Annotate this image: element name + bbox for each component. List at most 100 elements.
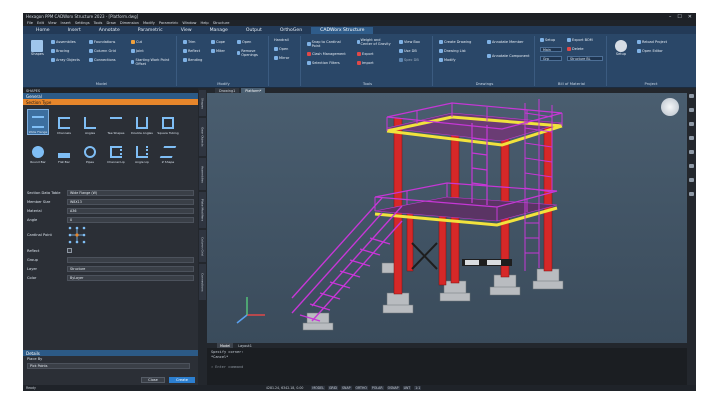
annotation-scale[interactable]: 1:1 (414, 386, 422, 390)
menu-help[interactable]: Help (201, 21, 209, 25)
work-point-offset-button[interactable]: Starting Work Point Offset (131, 58, 175, 66)
section-z-shape[interactable]: Z Shape (157, 138, 179, 164)
menu-tools[interactable]: Tools (94, 21, 103, 25)
minimize-button[interactable]: – (669, 14, 672, 20)
layer-select[interactable]: Structure (67, 265, 194, 272)
weight-cog-button[interactable]: Weight and Center of Gravity (357, 38, 393, 46)
menu-settings[interactable]: Settings (75, 21, 90, 25)
menu-window[interactable]: Window (182, 21, 196, 25)
menu-edit[interactable]: Edit (37, 21, 44, 25)
side-tab-assemblies[interactable]: Assemblies (199, 158, 206, 190)
group-select[interactable] (67, 256, 194, 263)
reflect-button[interactable]: Reflect (183, 49, 200, 53)
toggle-model[interactable]: MODEL (311, 386, 325, 390)
material-select[interactable]: A36 (67, 207, 194, 214)
miter-button[interactable]: Miter (211, 49, 225, 53)
side-tab-column-grid[interactable]: Column Grid (199, 230, 206, 262)
cope-button[interactable]: Cope (211, 40, 225, 44)
menu-parametric[interactable]: Parametric (159, 21, 178, 25)
joint-button[interactable]: Joint (131, 49, 144, 53)
tab-manage[interactable]: Manage (201, 27, 237, 34)
menu-structure[interactable]: Structure (213, 21, 230, 25)
toggle-polar[interactable]: POLAR (370, 386, 384, 390)
section-flat-bar[interactable]: Flat Bar (53, 138, 75, 164)
selection-filters-button[interactable]: Selection Filters (307, 61, 340, 65)
maximize-button[interactable]: ☐ (677, 14, 681, 20)
cut-button[interactable]: Cut (131, 40, 142, 44)
member-size-select[interactable]: W8X13 (67, 198, 194, 205)
bom-group-combo[interactable]: Grp (540, 56, 562, 61)
section-channel-lip[interactable]: Channel Lip (105, 138, 127, 164)
clash-management-button[interactable]: Clash Management (307, 52, 346, 56)
section-channels[interactable]: Channels (53, 109, 75, 135)
bom-structure-combo[interactable]: Structure BL (567, 56, 603, 61)
model-viewport[interactable]: Drawing1 Platform* (207, 88, 687, 343)
snap-cardinal-button[interactable]: Snap to Cardinal Point (307, 40, 347, 48)
bom-delete-button[interactable]: Delete (567, 47, 584, 51)
create-drawing-button[interactable]: Create Drawing (439, 40, 471, 44)
pan-icon[interactable] (689, 94, 694, 98)
assemblies-button[interactable]: Assemblies (51, 40, 76, 44)
side-tab-shapes[interactable]: Shapes (199, 90, 206, 116)
use-db-button[interactable]: Use DB (399, 49, 417, 53)
tab-insert[interactable]: Insert (59, 27, 90, 34)
toggle-ortho[interactable]: ORTHO (354, 386, 368, 390)
side-tab-plate-modifiers[interactable]: Plate Modifiers (199, 192, 206, 228)
menu-modify[interactable]: Modify (143, 21, 155, 25)
showmotion-icon[interactable] (689, 136, 694, 140)
section-angles[interactable]: Angles (79, 109, 101, 135)
drawing-modify-button[interactable]: Modify (439, 58, 456, 62)
column-grid-button[interactable]: Column Grid (89, 49, 116, 53)
tab-parametric[interactable]: Parametric (129, 27, 172, 34)
toggle-grid[interactable]: GRID (327, 386, 339, 390)
menu-view[interactable]: View (48, 21, 57, 25)
cardinal-point-picker[interactable] (67, 225, 87, 245)
section-square-tubing[interactable]: Square Tubing (157, 109, 179, 135)
toggle-osnap[interactable]: OSNAP (386, 386, 400, 390)
reflect-checkbox[interactable] (67, 248, 72, 253)
command-input[interactable]: Enter command (215, 365, 243, 370)
menu-draw[interactable]: Draw (106, 21, 115, 25)
walk-icon[interactable] (689, 192, 694, 196)
bom-main-combo[interactable]: Main (540, 47, 562, 52)
annotate-member-button[interactable]: Annotate Member (487, 40, 531, 44)
section-round-bar[interactable]: Round Bar (27, 138, 49, 164)
close-panel-button[interactable]: Close (141, 377, 165, 383)
project-setup-button[interactable]: Setup (615, 40, 627, 56)
section-angle-lip[interactable]: Angle Lip (131, 138, 153, 164)
reload-project-button[interactable]: Reload Project (637, 40, 667, 44)
array-objects-button[interactable]: Array Objects (51, 58, 80, 62)
create-button[interactable]: Create (169, 377, 195, 383)
zoom-extents-icon[interactable] (689, 164, 694, 168)
tab-output[interactable]: Output (237, 27, 271, 34)
menu-dimension[interactable]: Dimension (120, 21, 139, 25)
section-table-select[interactable]: Wide Flange (W) (67, 189, 194, 196)
bracing-button[interactable]: Bracing (51, 49, 69, 53)
orbit-icon[interactable] (689, 122, 694, 126)
shapes-button[interactable]: Shapes (31, 40, 44, 56)
place-by-select[interactable]: Pick Points (27, 362, 190, 369)
bom-setup-button[interactable]: Setup (540, 38, 555, 42)
remove-openings-button[interactable]: Remove Openings (237, 49, 267, 57)
menu-file[interactable]: File (27, 21, 33, 25)
color-select[interactable]: ByLayer (67, 274, 194, 281)
structure-model[interactable] (207, 93, 687, 343)
steering-wheel-icon[interactable] (689, 150, 694, 154)
angle-input[interactable]: 0 (67, 216, 194, 223)
section-pipes[interactable]: Pipes (79, 138, 101, 164)
foundations-button[interactable]: Foundations (89, 40, 115, 44)
trim-button[interactable]: Trim (183, 40, 195, 44)
side-tab-gear-objects[interactable]: Gear Objects (199, 118, 206, 156)
tab-view[interactable]: View (172, 27, 201, 34)
zoom-icon[interactable] (689, 108, 694, 112)
import-button[interactable]: Import (357, 61, 374, 65)
close-button[interactable]: ✕ (688, 14, 692, 20)
section-tee-shapes[interactable]: Tee Shapes (105, 109, 127, 135)
bending-button[interactable]: Bending (183, 58, 202, 62)
spec-db-button[interactable]: Spec DB (399, 58, 419, 62)
toggle-lwt[interactable]: LWT (402, 386, 412, 390)
drawing-list-button[interactable]: Drawing List (439, 49, 466, 53)
tab-orthogen[interactable]: OrthoGen (271, 27, 311, 34)
handrail-open-button[interactable]: Open (274, 47, 288, 51)
side-tab-connections[interactable]: Connections (199, 264, 206, 300)
